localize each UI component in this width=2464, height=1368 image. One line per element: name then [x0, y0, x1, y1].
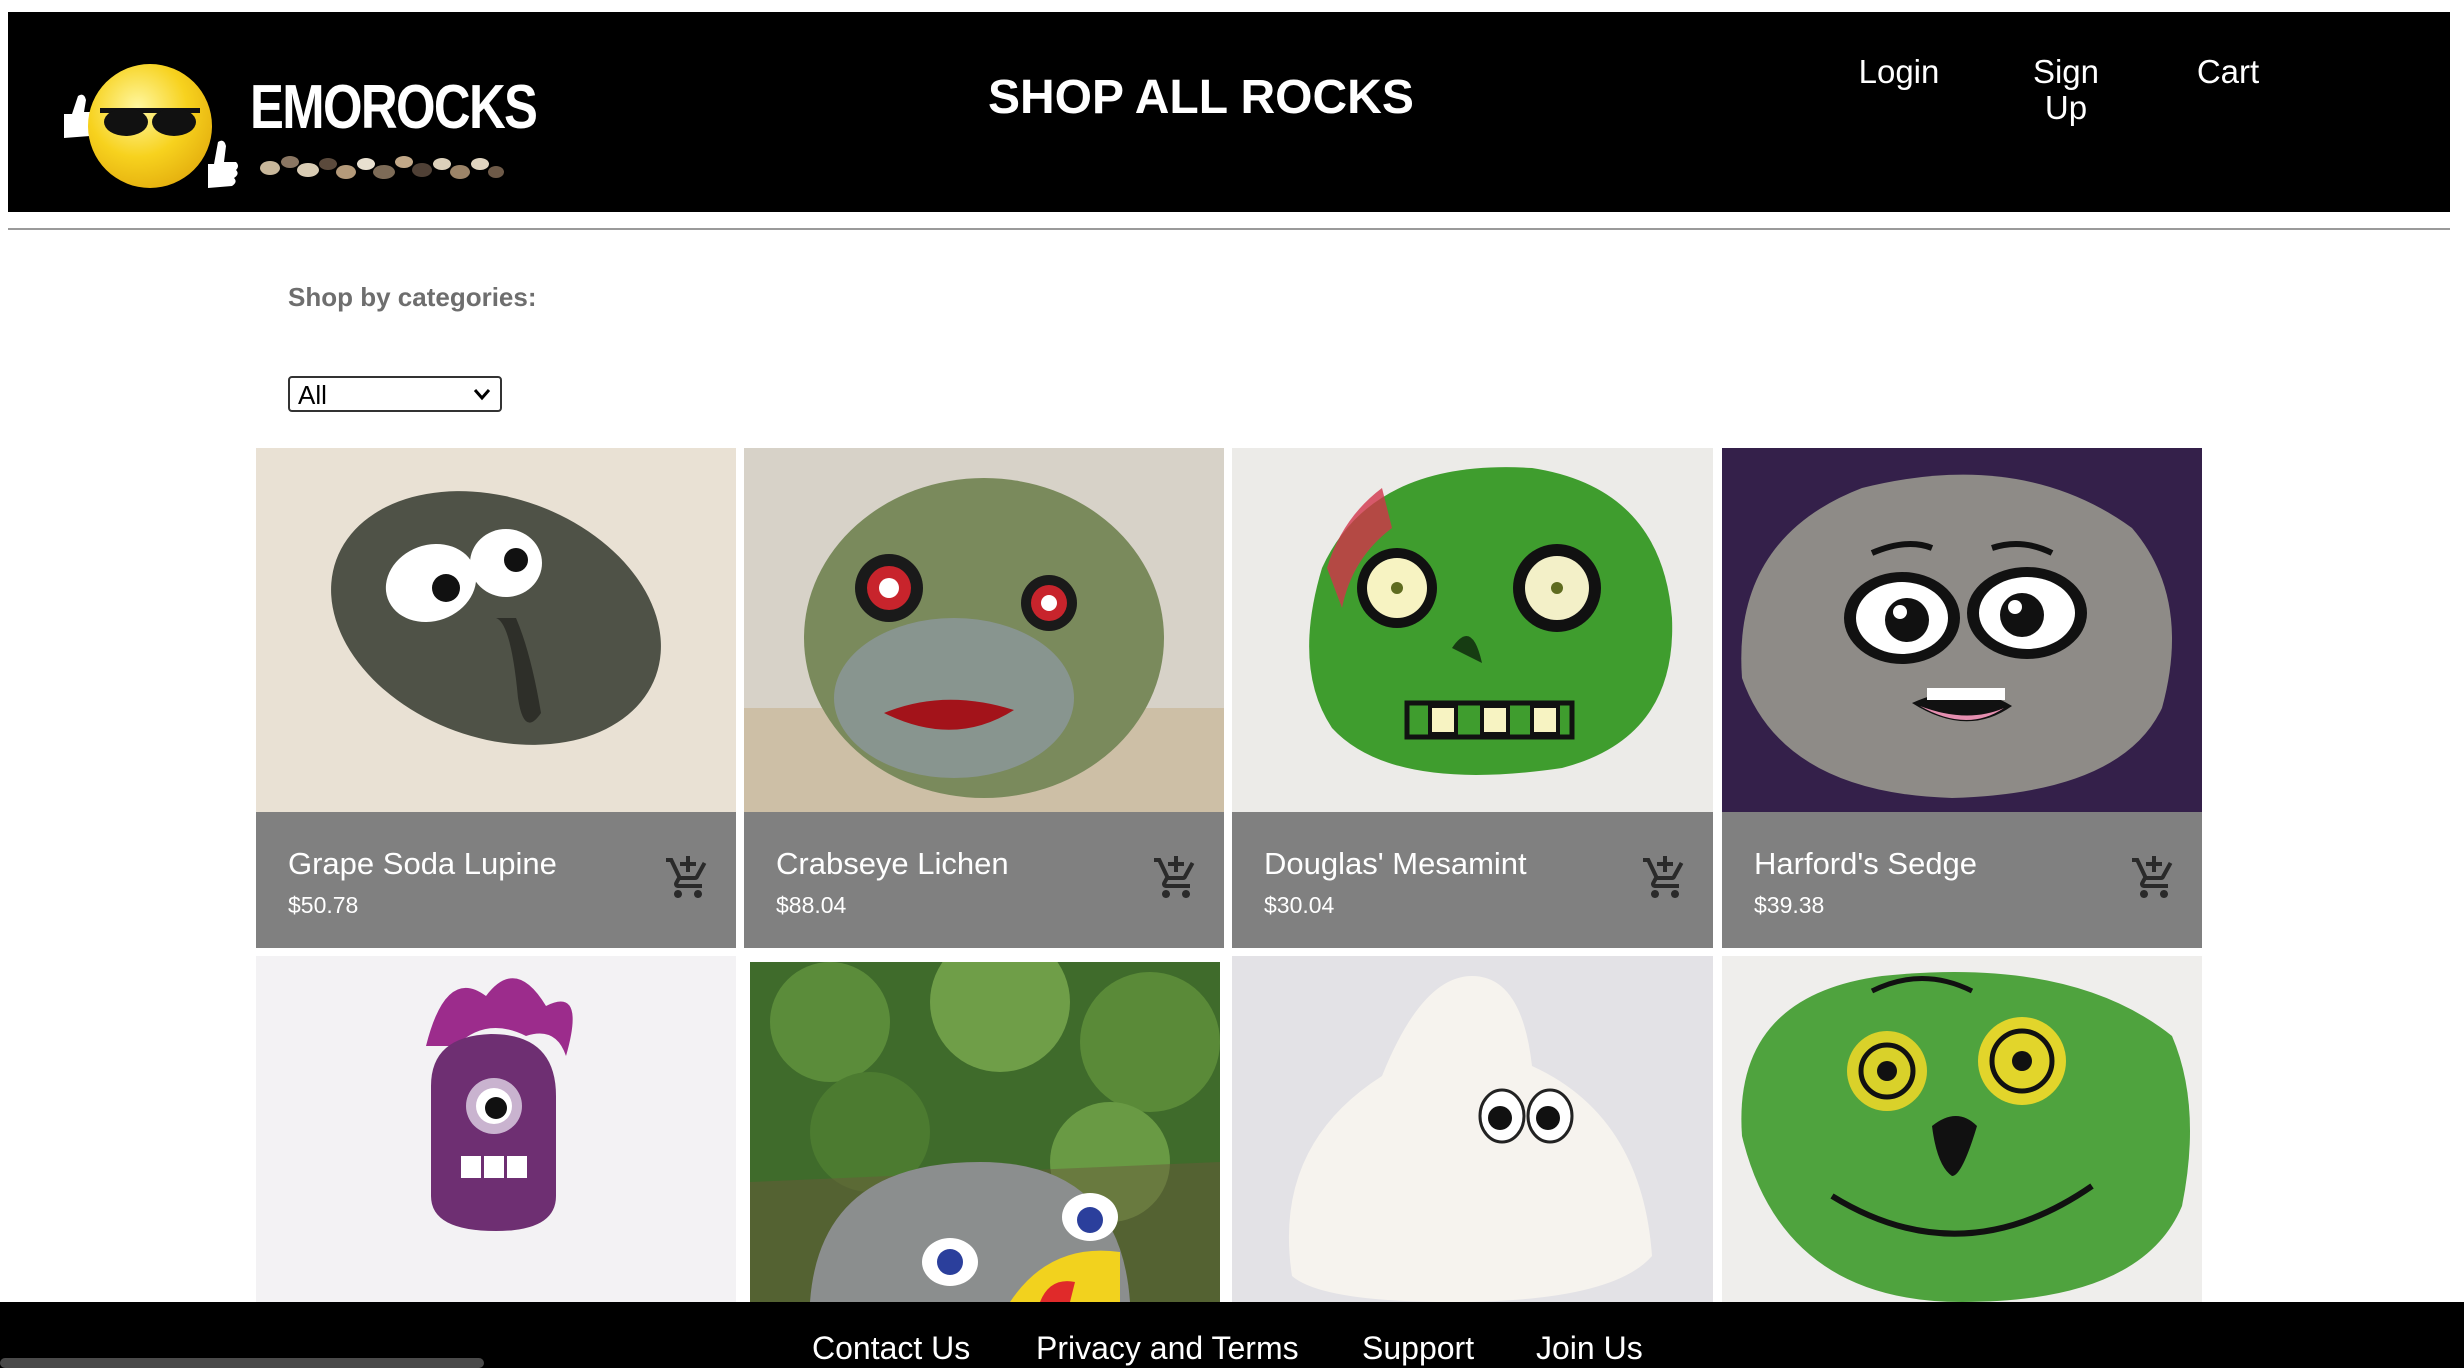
product-card[interactable]	[1722, 956, 2202, 1302]
product-card[interactable]: Grape Soda Lupine $50.78	[256, 448, 736, 948]
product-name[interactable]: Harford's Sedge	[1754, 846, 1977, 882]
add-to-cart-icon[interactable]	[664, 854, 712, 902]
product-image[interactable]	[256, 956, 736, 1302]
logo[interactable]: EMOROCKS	[54, 54, 538, 194]
horizontal-scrollbar[interactable]	[0, 1358, 484, 1368]
footer-contact-link[interactable]: Contact Us	[812, 1330, 970, 1367]
product-image[interactable]	[1722, 956, 2202, 1302]
product-info: Harford's Sedge $39.38	[1722, 812, 2202, 948]
product-price: $39.38	[1754, 892, 1825, 918]
footer-join-link[interactable]: Join Us	[1536, 1330, 1643, 1367]
product-info: Crabseye Lichen $88.04	[744, 812, 1224, 948]
product-image[interactable]	[1232, 956, 1713, 1302]
product-name[interactable]: Crabseye Lichen	[776, 846, 1009, 882]
add-to-cart-icon[interactable]	[1641, 854, 1689, 902]
footer-privacy-link[interactable]: Privacy and Terms	[1036, 1330, 1299, 1367]
product-card[interactable]	[256, 956, 736, 1302]
category-select-value: All	[298, 380, 327, 410]
footer-support-link[interactable]: Support	[1362, 1330, 1474, 1367]
product-image[interactable]	[256, 448, 736, 812]
product-image[interactable]	[744, 448, 1224, 812]
page: EMOROCKS SHOP ALL ROCKS Login Sign Up Ca…	[0, 0, 2464, 1368]
login-link[interactable]: Login	[1854, 54, 1944, 90]
cart-link[interactable]: Cart	[2188, 54, 2268, 90]
product-price: $30.04	[1264, 892, 1335, 918]
product-card[interactable]: Crabseye Lichen $88.04	[744, 448, 1224, 948]
add-to-cart-icon[interactable]	[1152, 854, 1200, 902]
product-card[interactable]: Douglas' Mesamint $30.04	[1232, 448, 1713, 948]
categories-label: Shop by categories:	[288, 282, 537, 312]
category-select[interactable]: All	[288, 376, 502, 412]
product-name[interactable]: Grape Soda Lupine	[288, 846, 557, 882]
pebbles-icon	[260, 156, 504, 179]
chevron-down-icon	[473, 389, 491, 401]
product-info: Douglas' Mesamint $30.04	[1232, 812, 1713, 948]
header: EMOROCKS SHOP ALL ROCKS Login Sign Up Ca…	[8, 12, 2450, 212]
product-card[interactable]	[1232, 956, 1713, 1302]
page-title: SHOP ALL ROCKS	[988, 71, 1414, 124]
product-image[interactable]	[750, 962, 1220, 1302]
add-to-cart-icon[interactable]	[2130, 854, 2178, 902]
product-card[interactable]	[750, 962, 1220, 1302]
header-divider	[8, 228, 2450, 230]
product-price: $50.78	[288, 892, 359, 918]
product-image[interactable]	[1722, 448, 2202, 812]
product-price: $88.04	[776, 892, 847, 918]
sunglasses-icon	[100, 108, 200, 136]
thumbs-up-right-icon	[208, 140, 238, 188]
product-name[interactable]: Douglas' Mesamint	[1264, 846, 1527, 882]
logo-text: EMOROCKS	[250, 73, 538, 142]
product-image[interactable]	[1232, 448, 1713, 812]
product-card[interactable]: Harford's Sedge $39.38	[1722, 448, 2202, 948]
product-info: Grape Soda Lupine $50.78	[256, 812, 736, 948]
signup-link[interactable]: Sign Up	[2018, 54, 2114, 126]
